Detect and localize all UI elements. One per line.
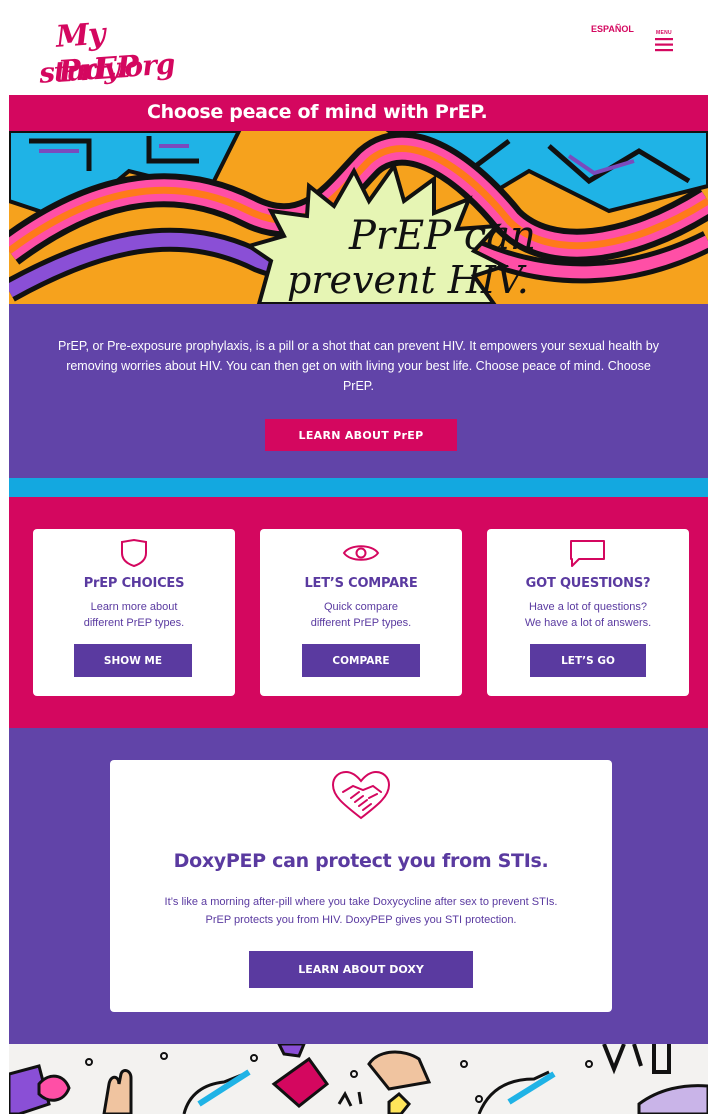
card-desc-line-1: Learn more about [90,601,178,613]
card-description: Learn more about different PrEP types. [43,599,225,631]
learn-about-prep-button[interactable]: LEARN ABOUT PrEP [265,419,457,451]
language-link-espanol[interactable]: ESPAÑOL [591,24,634,34]
chat-bubble-icon [570,540,605,567]
card-got-questions: GOT QUESTIONS? Have a lot of questions? … [487,529,689,696]
card-description: Have a lot of questions? We have a lot o… [497,599,679,631]
card-desc-line-2: different PrEP types. [83,617,185,629]
learn-about-doxy-button[interactable]: LEARN ABOUT DOXY [249,951,473,988]
hero-text-line-2: prevent HIV. [287,258,529,302]
card-desc-line-1: Quick compare [324,601,398,613]
doxypep-description: It’s like a morning after-pill where you… [130,893,592,929]
card-desc-line-2: different PrEP types. [310,617,412,629]
site-header: My PrEP study.org ESPAÑOL MENU [9,6,708,95]
card-title: PrEP CHOICES [83,576,185,591]
card-description: Quick compare different PrEP types. [270,599,452,631]
card-desc-line-2: We have a lot of answers. [524,617,652,629]
card-prep-choices: PrEP CHOICES Learn more about different … [33,529,235,696]
compare-button[interactable]: COMPARE [302,644,420,677]
doxypep-desc-line-1: It’s like a morning after-pill where you… [164,896,558,908]
tagline-bar: Choose peace of mind with PrEP. [9,95,708,131]
lets-go-button[interactable]: LET’S GO [530,644,646,677]
doxypep-section: DoxyPEP can protect you from STIs. It’s … [9,728,708,1044]
shield-icon [121,539,147,567]
bottom-illustration [9,1044,708,1114]
intro-paragraph: PrEP, or Pre-exposure prophylaxis, is a … [57,339,659,393]
hero-illustration: PrEP can prevent HIV. [9,131,708,304]
hero-text-line-1: PrEP can [348,213,536,259]
divider-strip [9,478,708,497]
doxypep-title: DoxyPEP can protect you from STIs. [173,850,549,872]
card-title: LET’S COMPARE [304,576,418,591]
menu-button[interactable]: MENU [653,30,675,60]
intro-section: PrEP, or Pre-exposure prophylaxis, is a … [9,304,708,478]
site-logo[interactable]: My PrEP study.org [38,12,175,90]
menu-label: MENU [656,30,672,36]
tagline-text: Choose peace of mind with PrEP. [147,101,488,123]
eye-icon [342,545,380,561]
hero-banner: PrEP can prevent HIV. [9,131,708,304]
card-desc-line-1: Have a lot of questions? [528,601,648,613]
handshake-heart-icon [331,770,391,820]
show-me-button[interactable]: SHOW ME [74,644,192,677]
doxypep-desc-line-2: PrEP protects you from HIV. DoxyPEP give… [205,914,517,926]
hamburger-icon [655,38,673,52]
card-lets-compare: LET’S COMPARE Quick compare different Pr… [260,529,462,696]
pattern-illustration [9,1044,708,1114]
doxypep-card: DoxyPEP can protect you from STIs. It’s … [110,760,612,1012]
feature-cards-section: PrEP CHOICES Learn more about different … [9,497,708,728]
card-title: GOT QUESTIONS? [525,576,651,591]
